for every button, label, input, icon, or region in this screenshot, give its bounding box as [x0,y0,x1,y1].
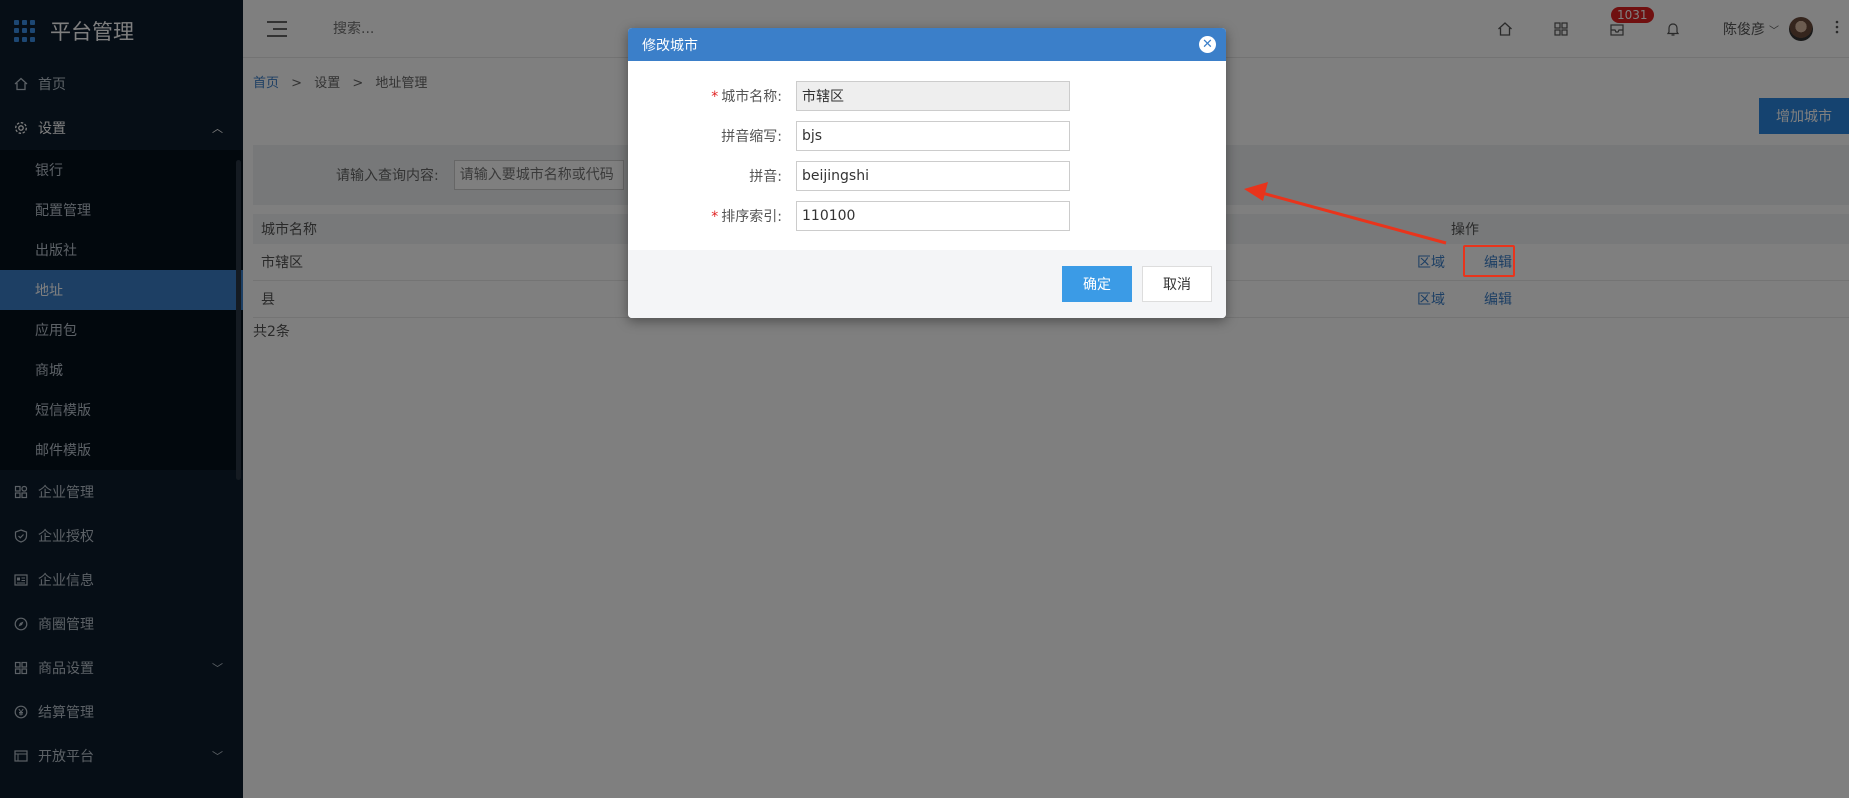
form-row-city-name: * 城市名称: [628,76,1226,116]
field-label: * 城市名称: [628,86,796,106]
dialog-footer: 确定 取消 [628,250,1226,318]
annotation-highlight-box [1463,245,1515,277]
dialog-title: 修改城市 [642,37,698,54]
field-label: * 排序索引: [628,206,796,226]
field-label-text: 排序索引: [721,209,782,225]
sort-index-field[interactable] [796,201,1070,231]
pinyin-abbr-field[interactable] [796,121,1070,151]
required-mark: * [711,89,719,105]
pinyin-field[interactable] [796,161,1070,191]
field-label-text: 拼音: [749,169,782,185]
confirm-button[interactable]: 确定 [1062,266,1132,302]
required-mark: * [711,209,719,225]
form-row-sort-index: * 排序索引: [628,196,1226,236]
close-icon[interactable]: ✕ [1199,36,1216,53]
city-name-field [796,81,1070,111]
field-label: 拼音: [628,166,796,186]
edit-city-form: *城市名称: 拼音缩写: 拼音: *排序索引: [628,61,1226,250]
edit-city-dialog: 修改城市 ✕ *城市名称: 拼音缩写: 拼音: *排序索引: 确定 取消 [628,28,1226,318]
cancel-button[interactable]: 取消 [1142,266,1212,302]
field-label: 拼音缩写: [628,126,796,146]
dialog-title-bar: 修改城市 ✕ [628,28,1226,61]
field-label-text: 城市名称: [721,89,782,105]
form-row-pinyin: 拼音: [628,156,1226,196]
form-row-pinyin-abbr: 拼音缩写: [628,116,1226,156]
field-label-text: 拼音缩写: [721,129,782,145]
